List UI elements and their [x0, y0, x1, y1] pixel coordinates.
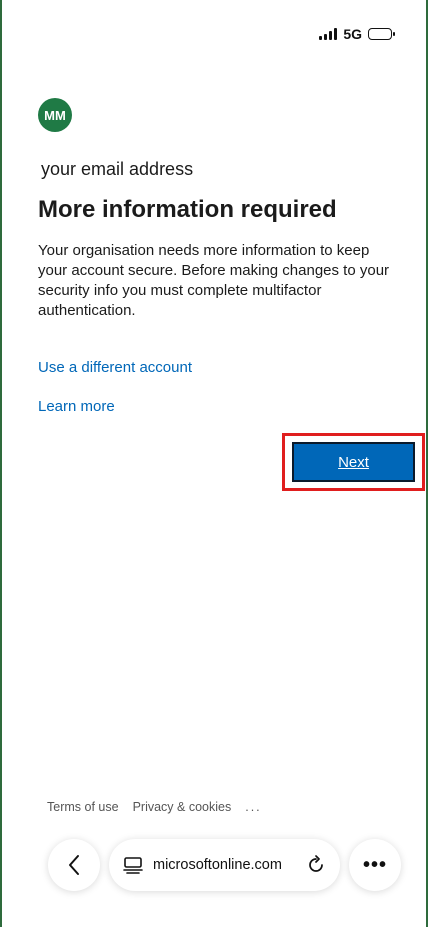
chevron-left-icon [69, 855, 79, 875]
tabs-icon [123, 857, 143, 874]
status-bar: 5G [319, 26, 395, 42]
app-frame: 5G MM your email address More informatio… [0, 0, 428, 927]
address-bar[interactable]: microsoftonline.com [109, 839, 340, 891]
next-button[interactable]: Next [292, 442, 415, 482]
network-type: 5G [343, 26, 362, 42]
footer-more-button[interactable]: ... [245, 800, 261, 814]
reload-icon[interactable] [306, 855, 326, 875]
back-button[interactable] [48, 839, 100, 891]
more-menu-button[interactable]: ••• [349, 839, 401, 891]
privacy-cookies-link[interactable]: Privacy & cookies [133, 800, 232, 814]
page-title: More information required [38, 196, 337, 223]
terms-of-use-link[interactable]: Terms of use [47, 800, 119, 814]
signal-icon [319, 28, 338, 40]
url-text: microsoftonline.com [153, 857, 282, 873]
page-description: Your organisation needs more information… [38, 242, 390, 319]
footer: Terms of use Privacy & cookies ... [47, 800, 262, 814]
more-dots-icon: ••• [362, 853, 387, 876]
account-email: your email address [41, 159, 194, 179]
avatar: MM [38, 98, 72, 132]
battery-icon [368, 28, 395, 40]
learn-more-link[interactable]: Learn more [38, 398, 115, 415]
use-different-account-link[interactable]: Use a different account [38, 359, 192, 376]
